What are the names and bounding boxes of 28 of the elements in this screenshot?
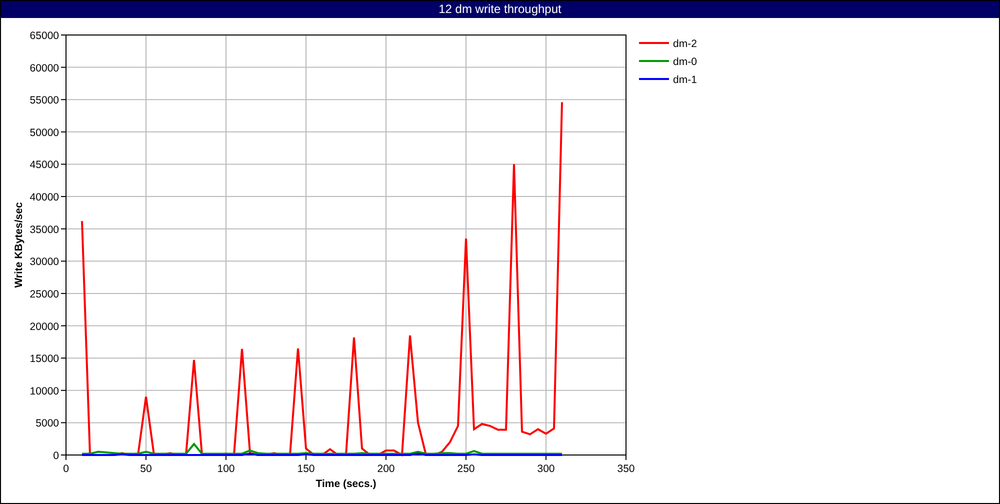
x-tick-label: 0 <box>63 463 69 475</box>
y-tick-label: 0 <box>53 450 59 462</box>
y-tick-label: 40000 <box>30 192 59 204</box>
x-tick-label: 250 <box>457 463 475 475</box>
y-tick-label: 60000 <box>30 62 59 74</box>
y-tick-label: 10000 <box>30 385 59 398</box>
y-tick-label: 65000 <box>30 30 59 42</box>
legend-label: dm-2 <box>673 38 697 50</box>
x-tick-label: 50 <box>140 463 152 475</box>
legend-label: dm-1 <box>673 74 697 86</box>
y-tick-label: 55000 <box>30 94 59 107</box>
x-tick-label: 350 <box>617 463 635 475</box>
y-tick-label: 35000 <box>30 224 59 236</box>
y-tick-label: 15000 <box>30 353 59 366</box>
y-tick-label: 20000 <box>30 320 59 333</box>
x-axis-title: Time (secs.) <box>316 478 376 490</box>
x-tick-label: 300 <box>537 463 555 475</box>
x-tick-label: 150 <box>297 463 315 475</box>
y-tick-label: 25000 <box>30 288 59 300</box>
y-tick-label: 30000 <box>30 256 59 268</box>
y-tick-label: 45000 <box>30 159 59 172</box>
y-tick-label: 50000 <box>30 126 59 139</box>
window-title: 12 dm write throughput <box>1 1 999 18</box>
x-tick-label: 100 <box>217 463 235 475</box>
y-axis-title: Write KBytes/sec <box>13 202 25 288</box>
legend-label: dm-0 <box>673 56 697 68</box>
x-tick-label: 200 <box>377 463 395 475</box>
y-tick-label: 5000 <box>36 418 59 430</box>
